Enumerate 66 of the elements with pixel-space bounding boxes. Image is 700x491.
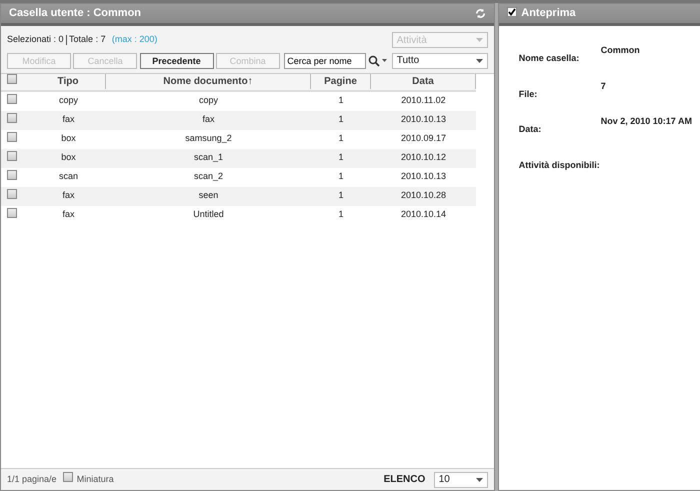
row-checkbox[interactable] [7,208,17,218]
list-label: ELENCO [384,473,426,487]
name-cell: samsung_2 [185,133,232,144]
field-value: Common [600,44,640,57]
panel-title: Casella utente : Common [9,6,142,22]
refresh-icon[interactable] [474,8,486,19]
name-cell: fax [202,114,214,124]
type-cell: box [61,133,76,144]
type-cell: fax [62,114,74,124]
row-checkbox[interactable] [7,188,17,199]
field-label: Attività disponibili: [518,158,601,172]
type-cell: scan [58,171,78,182]
search-icon[interactable] [368,54,380,66]
name-cell: seen [198,190,218,200]
name-cell: copy [198,95,218,106]
pages-cell: 1 [338,190,344,200]
field-label: File: [518,88,538,100]
type-cell: fax [62,190,74,200]
name-cell: scan_1 [194,152,224,162]
field-value: 7 [600,80,606,92]
column-header[interactable]: Pagine [311,74,371,89]
preview-checkbox[interactable] [506,7,517,18]
pages-cell: 1 [338,209,344,220]
thumbnail-checkbox[interactable] [62,472,73,482]
selected-count: Selezionati : 0 [7,33,64,46]
max-count: (max : 200) [112,33,158,46]
row-checkbox[interactable] [7,132,17,142]
date-cell: 2010.10.12 [400,152,446,162]
action-button[interactable]: Precedente [140,52,214,68]
pages-cell: 1 [338,152,344,162]
date-cell: 2010.10.28 [400,190,446,200]
column-header[interactable]: Nome documento↑ [106,74,311,89]
date-cell: 2010.09.17 [400,133,446,144]
column-header[interactable]: Data [371,74,476,89]
field-label: Nome casella: [518,52,580,65]
filter-dropdown[interactable]: Tutto [392,52,488,68]
row-checkbox[interactable] [7,150,17,161]
field-value: Nov 2, 2010 10:17 AM [600,115,692,128]
total-count: Totale : 7 [69,33,106,46]
date-cell: 2010.10.13 [400,114,446,124]
row-checkbox[interactable] [7,112,17,123]
search-field[interactable]: Cerca per nome [284,52,366,68]
thumbnail-label: Miniatura [76,472,114,486]
name-cell: scan_2 [194,171,224,182]
row-checkbox[interactable] [7,94,17,104]
pages-cell: 1 [338,114,344,124]
page-count: 1/1 pagina/e [7,472,57,486]
field-label: Data: [518,123,542,136]
pages-cell: 1 [338,133,344,144]
date-cell: 2010.10.14 [400,209,446,220]
row-checkbox[interactable] [7,170,17,180]
per-page-dropdown[interactable]: 10 [434,472,488,488]
column-header[interactable]: Tipo [31,74,106,89]
caret-icon[interactable] [382,58,388,62]
date-cell: 2010.10.13 [400,171,446,182]
pages-cell: 1 [338,95,344,106]
caret-icon[interactable] [476,478,483,482]
name-cell: Untitled [193,209,224,220]
select-all-checkbox[interactable] [7,74,17,84]
type-cell: box [61,152,76,162]
pages-cell: 1 [338,171,344,182]
caret-icon[interactable] [476,58,483,62]
type-cell: fax [62,209,74,220]
panel-title: Anteprima [521,6,576,22]
date-cell: 2010.11.02 [401,95,446,106]
type-cell: copy [58,95,78,106]
